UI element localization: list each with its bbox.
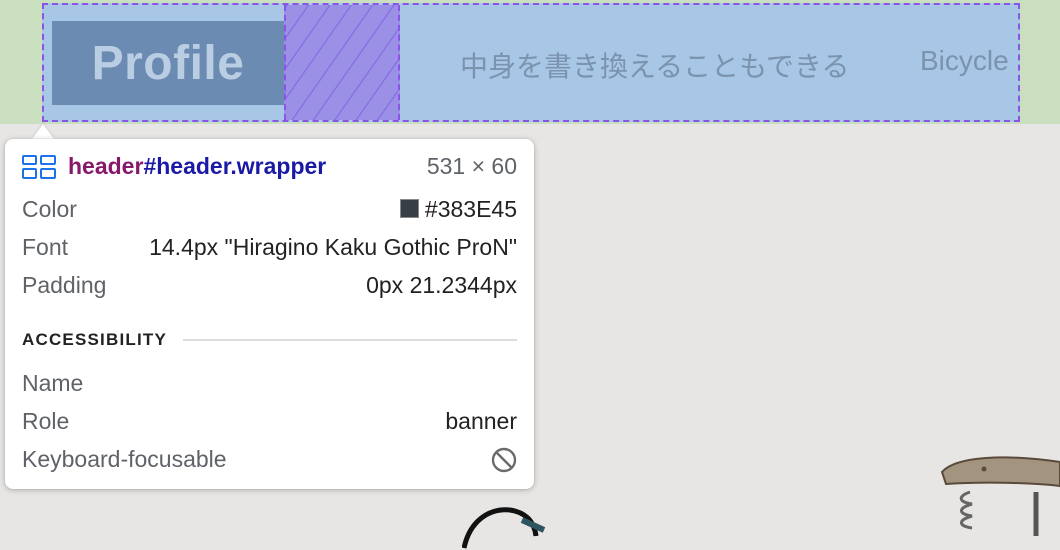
bicycle-handlebar-image bbox=[462, 507, 546, 549]
selector-id-class: #header.wrapper bbox=[143, 153, 327, 179]
a11y-name-label: Name bbox=[22, 370, 84, 396]
grid-layout-icon bbox=[22, 154, 56, 179]
font-row: Font 14.4px "Hiragino Kaku Gothic ProN" bbox=[22, 234, 517, 261]
font-value: 14.4px "Hiragino Kaku Gothic ProN" bbox=[149, 234, 517, 260]
bicycle-saddle-image bbox=[940, 456, 1060, 536]
not-allowed-icon bbox=[491, 447, 517, 472]
a11y-name-row: Name bbox=[22, 370, 517, 397]
a11y-role-label: Role bbox=[22, 408, 70, 434]
nav-item-bicycle[interactable]: Bicycle bbox=[920, 45, 1009, 77]
color-swatch bbox=[399, 199, 419, 218]
padding-label: Padding bbox=[22, 272, 107, 298]
header-highlight[interactable]: Profile 中身を書き換えることもできる Bicycle bbox=[42, 3, 1020, 122]
a11y-role-row: Role banner bbox=[22, 408, 517, 435]
section-divider bbox=[183, 339, 517, 341]
accessibility-section-title: ACCESSIBILITY bbox=[22, 330, 517, 350]
tooltip-header: header#header.wrapper 531 × 60 bbox=[22, 153, 517, 180]
site-logo-text: Profile bbox=[91, 36, 245, 90]
padding-value: 0px 21.2344px bbox=[366, 272, 517, 298]
a11y-keyboard-row: Keyboard-focusable bbox=[22, 446, 517, 473]
logo-top-strip bbox=[52, 5, 284, 21]
selector-tag: header bbox=[68, 153, 144, 179]
accessibility-heading: ACCESSIBILITY bbox=[22, 330, 168, 349]
padding-row: Padding 0px 21.2344px bbox=[22, 272, 517, 299]
tooltip-arrow bbox=[32, 124, 54, 139]
a11y-role-value: banner bbox=[445, 408, 517, 434]
color-value: #383E45 bbox=[424, 196, 517, 222]
padding-hatch-region bbox=[284, 5, 400, 120]
inspector-tooltip: header#header.wrapper 531 × 60 Color #38… bbox=[5, 139, 534, 489]
color-value-wrap: #383E45 bbox=[399, 196, 517, 223]
site-logo[interactable]: Profile bbox=[52, 21, 284, 105]
element-selector: header#header.wrapper bbox=[22, 153, 326, 180]
color-row: Color #383E45 bbox=[22, 196, 517, 223]
nav-item-rewrite[interactable]: 中身を書き換えることもできる bbox=[460, 45, 849, 85]
a11y-keyboard-label: Keyboard-focusable bbox=[22, 446, 227, 472]
color-label: Color bbox=[22, 196, 77, 222]
element-dimensions: 531 × 60 bbox=[426, 153, 517, 179]
font-label: Font bbox=[22, 234, 69, 260]
